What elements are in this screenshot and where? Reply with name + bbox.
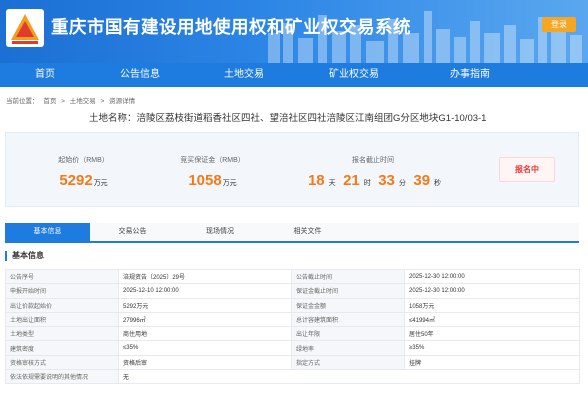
cell-label: 土地出让面积 — [5, 311, 119, 328]
cell-label: 申报开始时间 — [5, 283, 119, 299]
cell-value: 2025-12-30 12:00:00 — [404, 283, 580, 299]
cell-label: 总计容建筑面积 — [291, 311, 405, 328]
countdown-days: 18 — [307, 172, 325, 189]
cell-label: 公告序号 — [5, 268, 119, 285]
countdown-hours: 21 — [343, 172, 360, 189]
nav-item-home[interactable]: 首页 — [0, 63, 90, 87]
cell-value: ≤41994㎡ — [404, 311, 580, 328]
countdown-seconds-unit: 秒 — [434, 180, 442, 187]
breadcrumb-item-current: 资源详情 — [109, 98, 136, 105]
login-button[interactable]: 登录 — [542, 17, 576, 32]
cell-value: 27996㎡ — [118, 311, 292, 328]
table-row: 依法依规需要说明的其他情况 无 — [5, 369, 580, 385]
breadcrumb-item-land-trading[interactable]: 土地交易 — [70, 98, 96, 105]
cell-label: 出让价款起始价 — [5, 297, 119, 313]
table-row: 出让价款起始价 5292万元 保证金金额 1058万元 — [5, 297, 580, 313]
section-title: 基本信息 — [5, 251, 44, 261]
table-row: 建筑密度 ≤35% 绿地率 ≥35% — [5, 340, 580, 356]
cell-value: 涪规资告〔2025〕29号 — [118, 268, 292, 285]
tab-basic-info[interactable]: 基本信息 — [5, 223, 90, 241]
nav-item-land-trading[interactable]: 土地交易 — [190, 63, 298, 87]
countdown-days-unit: 天 — [328, 180, 336, 187]
start-price-block: 起始价（RMB） 5292万元 — [36, 133, 131, 190]
basic-info-table: 公告序号 涪规资告〔2025〕29号 公告截止时间 2025-12-30 12:… — [5, 268, 580, 385]
table-row: 资格审核方式 资格后审 指定方式 挂牌 — [5, 354, 580, 371]
cell-label: 资格审核方式 — [5, 354, 119, 371]
site-title: 重庆市国有建设用地使用权和矿业权交易系统 — [51, 17, 411, 37]
table-row: 公告序号 涪规资告〔2025〕29号 公告截止时间 2025-12-30 12:… — [5, 268, 580, 285]
cell-value: 1058万元 — [404, 297, 580, 313]
nav-item-guide[interactable]: 办事指南 — [410, 63, 530, 87]
cell-label: 公告截止时间 — [291, 268, 405, 285]
cell-label: 绿地率 — [291, 340, 405, 356]
start-price-value-row: 5292万元 — [36, 172, 131, 190]
deposit-value-row: 1058万元 — [160, 172, 265, 190]
start-price-value: 5292 — [59, 172, 93, 189]
header-banner: 重庆市国有建设用地使用权和矿业权交易系统 登录 — [0, 0, 588, 63]
deposit-value: 1058 — [188, 172, 222, 189]
land-title-label: 土地名称： — [89, 113, 137, 124]
countdown-minutes: 33 — [378, 172, 395, 189]
cell-value: ≥35% — [404, 340, 580, 356]
deposit-block: 竞买保证金（RMB） 1058万元 — [160, 133, 265, 190]
table-row: 土地出让面积 27996㎡ 总计容建筑面积 ≤41994㎡ — [5, 311, 580, 328]
cell-value: 资格后审 — [118, 354, 292, 371]
start-price-label: 起始价（RMB） — [58, 157, 109, 164]
status-badge: 报名中 — [499, 157, 555, 182]
detail-tabs: 基本信息 交易公告 现场情况 相关文件 — [5, 223, 579, 243]
tab-site-conditions[interactable]: 现场情况 — [175, 223, 265, 241]
site-logo[interactable] — [6, 9, 44, 47]
breadcrumb-separator: > — [61, 98, 65, 105]
nav-item-announcements[interactable]: 公告信息 — [90, 63, 190, 87]
deadline-label: 报名截止时间 — [352, 157, 394, 164]
cell-value: 2025-12-10 12:00:00 — [118, 283, 292, 299]
deposit-unit: 万元 — [222, 180, 237, 187]
tab-announcement[interactable]: 交易公告 — [90, 223, 175, 241]
nav-item-mining-rights[interactable]: 矿业权交易 — [298, 63, 410, 87]
table-row: 申报开始时间 2025-12-10 12:00:00 保证金截止时间 2025-… — [5, 283, 580, 299]
tab-related-files[interactable]: 相关文件 — [265, 223, 350, 241]
cell-label: 土地类型 — [5, 326, 119, 342]
land-title-value: 涪陵区荔枝街道稻香社区四社、望涪社区四社涪陵区江南组团G分区地块G1-10/03… — [136, 113, 487, 124]
deposit-label: 竞买保证金（RMB） — [180, 157, 245, 164]
cell-value: 无 — [118, 369, 580, 385]
summary-panel: 起始价（RMB） 5292万元 竞买保证金（RMB） 1058万元 报名截止时间… — [5, 132, 579, 207]
cell-label: 保证金截止时间 — [291, 283, 405, 299]
main-nav: 首页 公告信息 土地交易 矿业权交易 办事指南 — [0, 63, 588, 87]
countdown-minutes-unit: 分 — [398, 180, 406, 187]
cell-value: 挂牌 — [404, 354, 580, 371]
cell-value: 2025-12-30 12:00:00 — [404, 268, 580, 285]
breadcrumb-separator: > — [100, 98, 105, 105]
countdown-hours-unit: 时 — [363, 180, 371, 187]
cell-label: 保证金金额 — [291, 297, 405, 313]
breadcrumb: 当前位置： 首页 > 土地交易 > 资源详情 — [6, 95, 138, 105]
breadcrumb-prefix: 当前位置： — [6, 98, 39, 105]
cell-label: 依法依规需要说明的其他情况 — [5, 369, 119, 385]
cell-label: 出让年限 — [291, 326, 405, 342]
start-price-unit: 万元 — [93, 180, 108, 187]
cell-value: 居住50年 — [404, 326, 580, 342]
cell-value: 商住用地 — [118, 326, 292, 342]
cell-value: ≤35% — [118, 340, 292, 356]
cell-label: 指定方式 — [291, 354, 405, 371]
countdown-seconds: 39 — [413, 172, 431, 189]
cell-label: 建筑密度 — [5, 340, 119, 356]
table-row: 土地类型 商住用地 出让年限 居住50年 — [5, 326, 580, 342]
land-title: 土地名称：涪陵区荔枝街道稻香社区四社、望涪社区四社涪陵区江南组团G分区地块G1-… — [89, 110, 486, 124]
cell-value: 5292万元 — [118, 297, 292, 313]
countdown: 18 天 21 时 33 分 39 秒 — [298, 172, 448, 190]
breadcrumb-item-home[interactable]: 首页 — [43, 98, 56, 105]
countdown-block: 报名截止时间 18 天 21 时 33 分 39 秒 — [298, 133, 448, 190]
